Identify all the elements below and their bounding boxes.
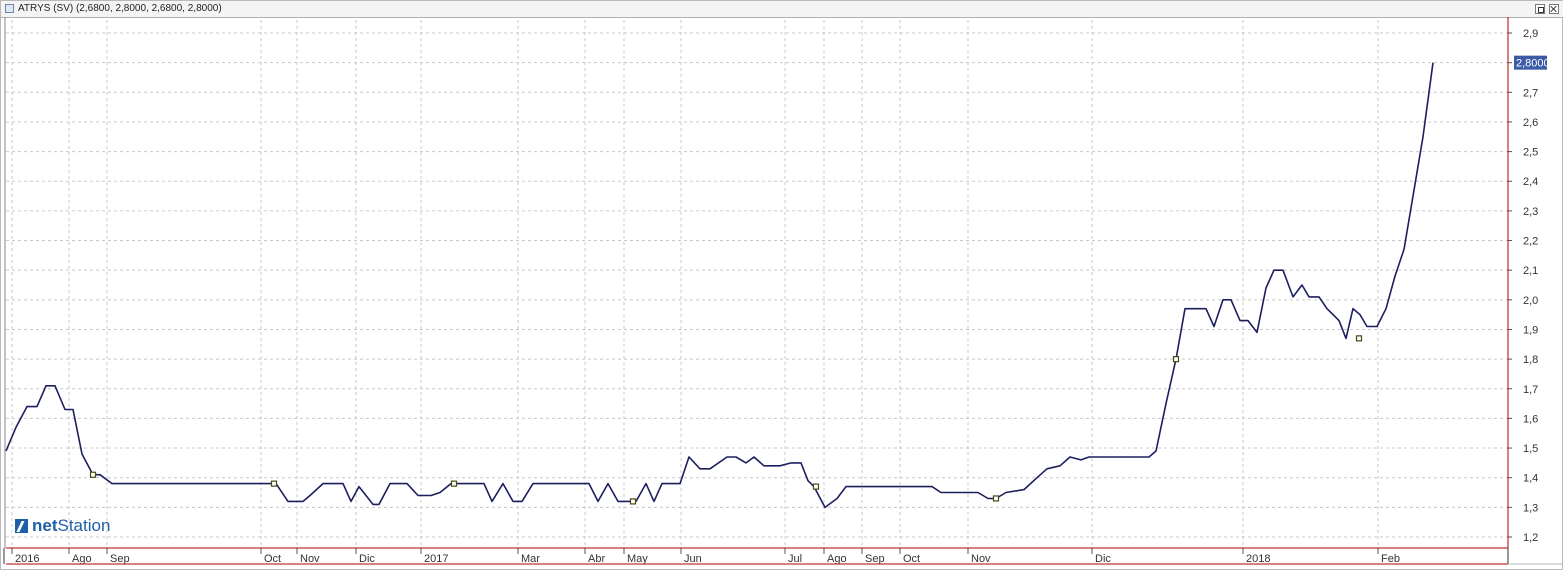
x-tick-label: Nov <box>300 553 320 565</box>
y-tick-label: 1,8 <box>1523 354 1538 366</box>
restore-window-button[interactable] <box>1535 4 1545 14</box>
x-tick-label: Ago <box>72 553 92 565</box>
logo-text-bold: net <box>32 516 58 535</box>
x-tick-label: Jul <box>788 553 802 565</box>
data-marker[interactable] <box>1355 335 1363 342</box>
y-tick-label: 1,3 <box>1523 502 1538 514</box>
chart-window-icon <box>5 4 14 13</box>
x-tick-label: Dic <box>359 553 375 565</box>
y-tick-label: 2,1 <box>1523 265 1538 277</box>
y-tick-label: 1,2 <box>1523 532 1538 544</box>
x-tick-label: Sep <box>865 553 885 565</box>
window-title: ATRYS (SV) (2,6800, 2,8000, 2,6800, 2,80… <box>18 3 222 14</box>
x-tick-label: May <box>627 553 648 565</box>
x-tick-label: 2017 <box>424 553 448 565</box>
x-tick-label: Sep <box>110 553 130 565</box>
x-tick-label: Ago <box>827 553 847 565</box>
data-marker[interactable] <box>629 498 637 505</box>
plot-area[interactable] <box>6 20 1508 548</box>
y-tick-label: 1,9 <box>1523 324 1538 336</box>
y-tick-label: 2,2 <box>1523 236 1538 248</box>
x-tick-label: Jun <box>684 553 702 565</box>
y-tick-label: 2,7 <box>1523 87 1538 99</box>
x-tick-label: Oct <box>903 553 920 565</box>
y-tick-label: 2,0 <box>1523 295 1538 307</box>
y-tick-label: 1,5 <box>1523 443 1538 455</box>
logo-text-regular: Station <box>57 516 111 535</box>
data-marker[interactable] <box>1172 356 1180 363</box>
y-tick-label: 2,9 <box>1523 28 1538 40</box>
data-marker[interactable] <box>812 483 820 490</box>
x-tick-label: Oct <box>264 553 281 565</box>
y-tick-label: 1,7 <box>1523 384 1538 396</box>
price-line-chart[interactable]: 1,2 1,3 1,4 1,5 1,6 1,7 1,8 1,9 2,0 2,1 2,2 2,3 2,4 2… <box>0 17 1564 571</box>
data-marker[interactable] <box>89 471 97 478</box>
netstation-logo-text: netStation <box>32 516 110 536</box>
x-tick-label: Nov <box>971 553 991 565</box>
y-tick-label: 1,4 <box>1523 473 1538 485</box>
data-marker[interactable] <box>450 480 458 487</box>
x-tick-label: 2018 <box>1246 553 1270 565</box>
netstation-logo-icon <box>15 519 28 533</box>
y-tick-label: 2,6 <box>1523 117 1538 129</box>
title-bar[interactable]: ATRYS (SV) (2,6800, 2,8000, 2,6800, 2,80… <box>1 1 1563 18</box>
y-tick-label: 2,3 <box>1523 206 1538 218</box>
x-tick-label: 2016 <box>15 553 39 565</box>
close-window-button[interactable] <box>1549 4 1559 14</box>
y-tick-label: 1,6 <box>1523 413 1538 425</box>
y-tick-label: 2,4 <box>1523 176 1538 188</box>
y-tick-label: 2,5 <box>1523 147 1538 159</box>
x-tick-label: Feb <box>1381 553 1400 565</box>
x-tick-label: Dic <box>1095 553 1111 565</box>
last-value-label: 2,8000 <box>1516 58 1550 70</box>
data-marker[interactable] <box>992 495 1000 502</box>
data-marker[interactable] <box>270 480 278 487</box>
x-tick-label: Abr <box>588 553 605 565</box>
x-tick-label: Mar <box>521 553 540 565</box>
